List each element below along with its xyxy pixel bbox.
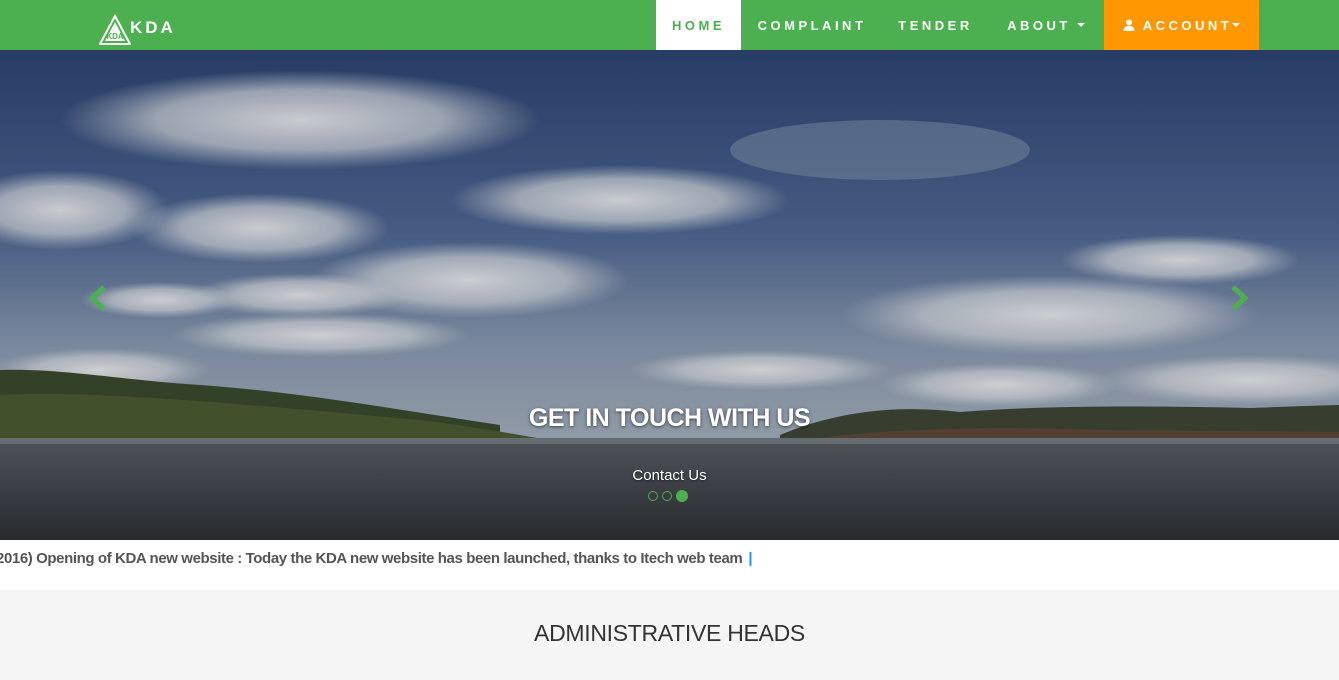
contact-us-link[interactable]: Contact Us xyxy=(0,467,1339,484)
chevron-right-icon[interactable] xyxy=(1223,283,1253,313)
nav-about-label: ABOUT xyxy=(1007,17,1071,33)
nav-complaint-label: COMPLAINT xyxy=(757,17,867,33)
hero-carousel: GET IN TOUCH WITH US Contact Us xyxy=(0,50,1339,540)
nav-tender[interactable]: TENDER xyxy=(883,0,988,50)
nav-complaint[interactable]: COMPLAINT xyxy=(741,0,883,50)
nav-home[interactable]: HOME xyxy=(656,0,741,50)
carousel-indicator-3[interactable] xyxy=(676,490,688,502)
nav-account-dropdown[interactable]: ACCOUNT xyxy=(1104,0,1259,50)
news-ticker: 2016) Opening of KDA new website : Today… xyxy=(0,540,1339,590)
brand-name[interactable]: KDA xyxy=(130,18,176,38)
caret-down-icon xyxy=(1232,23,1241,27)
user-icon xyxy=(1123,19,1135,31)
section-title: ADMINISTRATIVE HEADS xyxy=(534,620,805,646)
administrative-heads-section: ADMINISTRATIVE HEADS xyxy=(0,590,1339,680)
chevron-left-icon[interactable] xyxy=(84,283,114,313)
caret-down-icon xyxy=(1076,23,1085,27)
news-ticker-separator: | xyxy=(748,550,753,567)
carousel-indicator-2[interactable] xyxy=(662,491,672,501)
hero-title: GET IN TOUCH WITH US xyxy=(528,404,811,432)
nav-about-dropdown[interactable]: ABOUT xyxy=(988,0,1104,50)
carousel-indicator-1[interactable] xyxy=(648,491,658,501)
nav-account-label: ACCOUNT xyxy=(1142,17,1233,33)
svg-text:KDA: KDA xyxy=(106,32,124,41)
news-ticker-item[interactable]: 2016) Opening of KDA new website : Today… xyxy=(0,550,753,567)
mountain-logo-icon: KDA xyxy=(99,14,131,45)
carousel-indicators xyxy=(648,490,688,502)
top-navbar: KDA KDA HOME COMPLAINT TENDER ABOUT ACCO… xyxy=(0,0,1339,50)
brand[interactable]: KDA KDA xyxy=(99,14,176,46)
nav-home-label: HOME xyxy=(672,17,725,33)
nav-tender-label: TENDER xyxy=(898,17,973,33)
main-nav: HOME COMPLAINT TENDER ABOUT ACCOUNT xyxy=(656,0,1259,50)
news-ticker-text: 2016) Opening of KDA new website : Today… xyxy=(0,550,743,567)
